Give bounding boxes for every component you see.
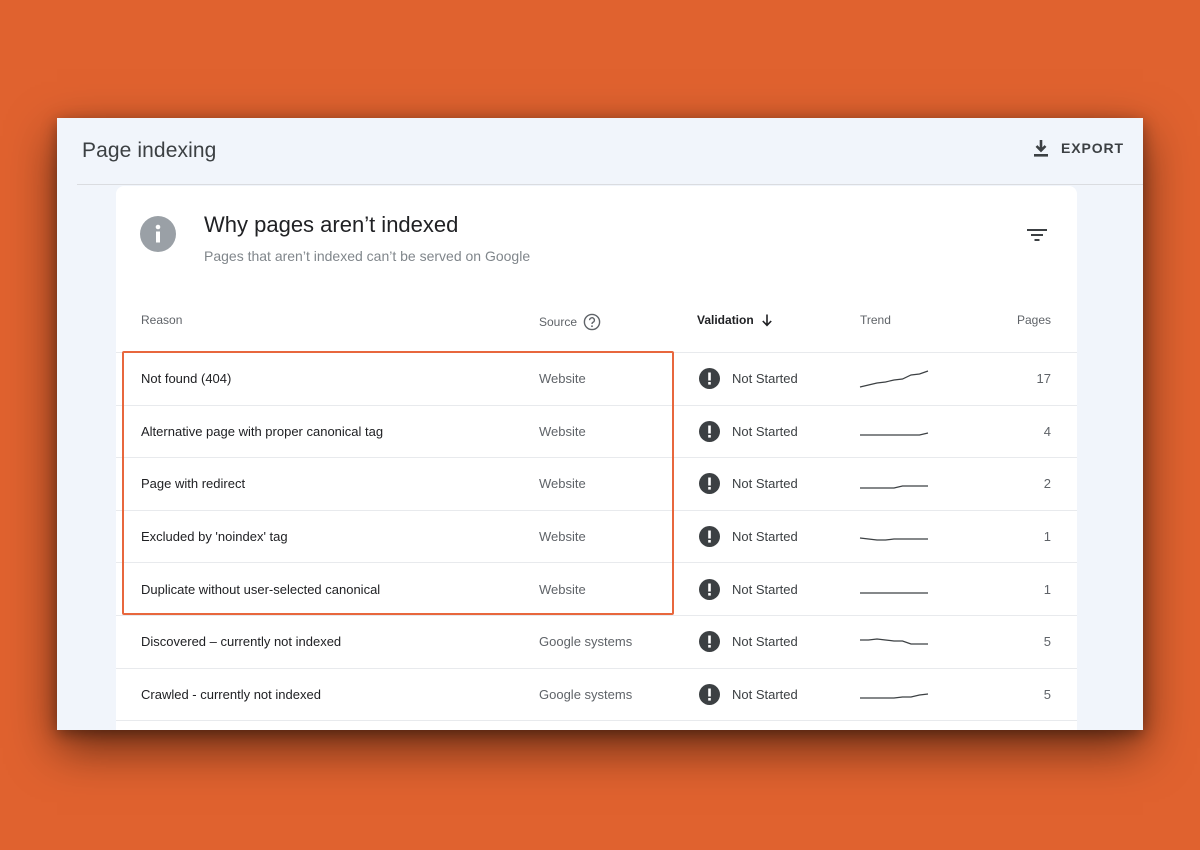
exclamation-circle-icon (699, 473, 720, 495)
validation-status: Not Started (732, 529, 798, 545)
reason-cell: Discovered – currently not indexed (141, 634, 342, 650)
table-row[interactable]: Page with redirect Website Not Started 2 (116, 458, 1077, 511)
pages-cell: 5 (1043, 634, 1051, 650)
column-header-validation[interactable]: Validation (697, 313, 774, 327)
trend-cell (859, 669, 929, 721)
pages-cell: 2 (1043, 476, 1051, 492)
table-row[interactable]: Alternative page with proper canonical t… (116, 406, 1077, 459)
column-header-validation-label: Validation (697, 313, 754, 327)
column-header-reason-label: Reason (141, 313, 183, 327)
trend-sparkline (860, 693, 929, 699)
validation-cell: Not Started (699, 353, 798, 405)
exclamation-circle-icon (699, 526, 720, 548)
trend-cell (859, 563, 929, 615)
reason-cell: Excluded by 'noindex' tag (141, 529, 288, 545)
reason-cell: Not found (404) (141, 371, 232, 387)
validation-status: Not Started (732, 371, 798, 387)
page-title: Page indexing (82, 139, 217, 162)
column-header-source[interactable]: Source (539, 313, 601, 331)
exclamation-circle-icon (699, 631, 720, 653)
column-header-trend: Trend (860, 313, 891, 327)
pages-cell: 4 (1043, 423, 1051, 439)
table-row[interactable]: Discovered – currently not indexed Google… (116, 616, 1077, 669)
table-row[interactable]: Crawled - currently not indexed Google sy… (116, 669, 1077, 722)
search-console-panel: Page indexing EXPORT Why pages aren’t in… (57, 118, 1143, 730)
exclamation-circle-icon (699, 420, 720, 442)
export-label: EXPORT (1061, 140, 1124, 156)
validation-status: Not Started (732, 634, 798, 650)
validation-status: Not Started (732, 686, 798, 702)
card-subtitle: Pages that aren’t indexed can’t be serve… (204, 248, 531, 264)
source-cell: Website (539, 371, 586, 387)
validation-cell: Not Started (699, 669, 798, 721)
download-icon (1034, 140, 1049, 157)
column-header-pages[interactable]: Pages (1017, 313, 1051, 327)
pages-cell: 1 (1043, 581, 1051, 597)
source-cell: Website (539, 423, 586, 439)
validation-cell: Not Started (699, 458, 798, 510)
exclamation-circle-icon (699, 578, 720, 600)
card-title: Why pages aren’t indexed (204, 212, 459, 237)
validation-status: Not Started (732, 476, 798, 492)
validation-status: Not Started (732, 581, 798, 597)
trend-sparkline (860, 485, 928, 489)
column-header-reason[interactable]: Reason (141, 313, 182, 327)
source-cell: Google systems (539, 686, 633, 702)
column-header-source-label: Source (539, 315, 578, 329)
table-row[interactable]: Duplicate without user-selected canonica… (116, 563, 1077, 616)
filter-icon[interactable] (1026, 226, 1048, 244)
pages-cell: 17 (1036, 371, 1051, 387)
pages-cell: 5 (1043, 686, 1051, 702)
trend-sparkline (859, 536, 928, 541)
validation-cell: Not Started (699, 511, 798, 563)
source-cell: Website (539, 476, 586, 492)
trend-cell (859, 616, 929, 668)
column-header-pages-label: Pages (1016, 313, 1051, 327)
exclamation-circle-icon (699, 368, 720, 390)
reason-cell: Duplicate without user-selected canonica… (141, 581, 381, 597)
table-row[interactable]: Excluded by 'noindex' tag Website Not Star… (116, 511, 1077, 564)
info-icon (140, 216, 176, 252)
reasons-table-body: Not found (404) Website Not Started 17 Alter… (116, 353, 1077, 722)
trend-sparkline (860, 638, 928, 645)
source-cell: Website (539, 581, 586, 597)
validation-cell: Not Started (699, 563, 798, 615)
trend-sparkline (859, 370, 929, 388)
reason-cell: Page with redirect (141, 476, 246, 492)
source-cell: Website (539, 529, 586, 545)
column-header-trend-label: Trend (860, 313, 891, 327)
trend-cell (859, 353, 929, 405)
pages-cell: 1 (1043, 529, 1051, 545)
header-bar: Page indexing EXPORT (57, 118, 1143, 184)
exclamation-circle-icon (699, 683, 720, 705)
trend-cell (859, 406, 929, 458)
header-divider (77, 184, 1143, 185)
source-cell: Google systems (539, 634, 633, 650)
help-circle-icon[interactable] (583, 313, 601, 331)
validation-cell: Not Started (699, 616, 798, 668)
reason-cell: Crawled - currently not indexed (141, 686, 321, 702)
trend-sparkline (860, 432, 929, 436)
validation-cell: Not Started (699, 406, 798, 458)
trend-cell (859, 458, 929, 510)
reason-cell: Alternative page with proper canonical t… (141, 423, 384, 439)
export-button[interactable]: EXPORT (1031, 138, 1124, 158)
not-indexed-card: Why pages aren’t indexed Pages that aren… (116, 186, 1077, 730)
trend-sparkline (860, 592, 928, 594)
arrow-down-icon (761, 314, 772, 327)
validation-status: Not Started (732, 423, 798, 439)
trend-cell (859, 511, 929, 563)
table-row[interactable]: Not found (404) Website Not Started 17 (116, 353, 1077, 406)
